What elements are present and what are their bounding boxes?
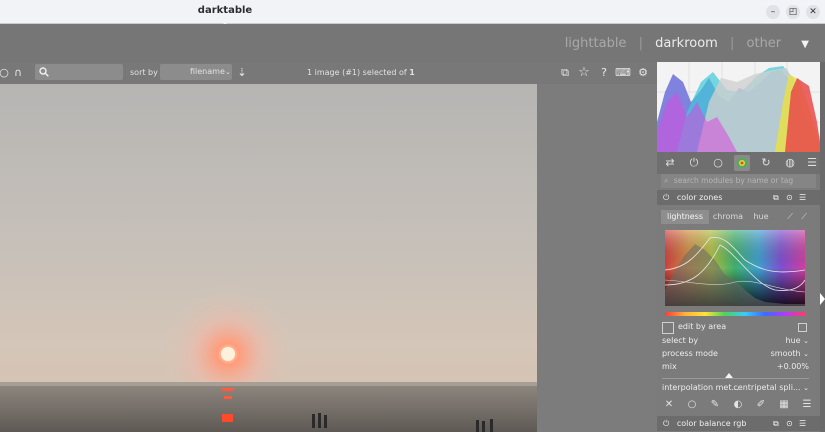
search-icon — [39, 67, 49, 77]
keyboard-icon[interactable]: ⌨ — [615, 65, 631, 81]
sunset-photo[interactable] — [0, 84, 537, 432]
search-icon: ⌕ — [664, 176, 669, 185]
histogram[interactable] — [657, 62, 820, 152]
tab-chroma[interactable]: chroma — [711, 210, 745, 224]
select-by-value: hue ⌄ — [786, 335, 809, 347]
selection-status: 1 image (#1) selected of 1 — [307, 65, 415, 81]
color-zones-header[interactable]: ⏻ color zones ⧉ ⊙ ☰ — [657, 190, 820, 205]
process-mode-row[interactable]: process mode smooth ⌄ — [662, 348, 809, 360]
brush-icon[interactable]: ✎ — [708, 398, 722, 412]
process-mode-value: smooth ⌄ — [771, 348, 809, 360]
edit-by-area-row: edit by area — [662, 321, 809, 334]
selection-count: 1 — [409, 68, 415, 77]
power-icon[interactable]: ⏻ — [686, 155, 702, 171]
power-icon[interactable]: ⏻ — [663, 193, 669, 202]
view-switcher: lighttable | darkroom | other ▼ — [561, 36, 813, 51]
chevron-down-icon: ⌄ — [803, 350, 809, 358]
picker-icon[interactable]: ⟋ — [784, 210, 796, 224]
close-icon[interactable]: ✕ — [806, 5, 820, 19]
color-balance-header[interactable]: ⏻ color balance rgb ⧉ ⊙ ☰ — [657, 416, 820, 431]
view-lighttable[interactable]: lighttable — [565, 36, 627, 51]
active-modules-icon[interactable]: ⇄ — [662, 155, 678, 171]
gradient-icon[interactable]: ◐ — [731, 398, 745, 412]
sort-value: filename — [190, 67, 225, 76]
reset-icon[interactable]: ⊙ — [786, 190, 793, 205]
tab-lightness[interactable]: lightness — [661, 210, 709, 224]
effect-modules-icon[interactable]: ◍ — [782, 155, 798, 171]
sort-by-label: sort by — [130, 68, 158, 77]
right-panel: ⇄ ⏻ ○ ↻ ◍ ☰ ⌕ search modules by name or … — [657, 62, 825, 432]
gear-icon[interactable]: ⚙ — [635, 65, 651, 81]
checker-icon[interactable]: ▦ — [777, 398, 791, 412]
edit-by-area-checkbox[interactable] — [662, 322, 674, 334]
image-area — [0, 84, 657, 432]
multi-instance-icon[interactable]: ⧉ — [773, 416, 779, 431]
mix-row[interactable]: mix +0.00% — [662, 361, 809, 373]
circle-icon[interactable]: ○ — [685, 398, 699, 412]
filter-toolbar: ○ ∩ sort by filename ⌄ ⇣ 1 image (#1) se… — [0, 62, 657, 84]
title-bar: darktable – ◰ ✕ — [0, 0, 825, 28]
color-wheel-icon — [737, 158, 747, 168]
module-title: color zones — [676, 193, 723, 202]
menu-icon[interactable]: ☰ — [804, 155, 820, 171]
next-module-title: color balance rgb — [676, 419, 747, 428]
header-bar: lighttable | darkroom | other ▼ — [0, 24, 825, 62]
presets-icon[interactable]: ☰ — [799, 416, 806, 431]
mix-slider-track[interactable] — [662, 378, 809, 379]
select-by-label: select by — [662, 336, 699, 345]
correct-modules-icon[interactable]: ↻ — [758, 155, 774, 171]
mask-display-icon[interactable] — [798, 323, 807, 332]
base-modules-icon[interactable]: ○ — [710, 155, 726, 171]
restore-icon[interactable]: ◰ — [786, 5, 800, 19]
pencil-icon[interactable]: ✐ — [754, 398, 768, 412]
module-search-placeholder: search modules by name or tag — [673, 176, 794, 185]
chevron-down-icon[interactable]: ▼ — [801, 39, 809, 50]
picker-area-icon[interactable]: ⟋ — [798, 210, 810, 224]
view-other[interactable]: other — [747, 36, 782, 51]
mix-label: mix — [662, 362, 677, 371]
select-by-value-text: hue — [785, 336, 801, 345]
search-input[interactable] — [35, 64, 123, 80]
view-separator: | — [638, 36, 643, 51]
chevron-down-icon: ⌄ — [803, 384, 809, 392]
sort-select[interactable]: filename ⌄ — [160, 64, 232, 80]
star-icon[interactable]: ☆ — [576, 65, 592, 81]
color-modules-icon[interactable] — [734, 155, 750, 171]
view-darkroom[interactable]: darkroom — [655, 36, 718, 51]
mix-value: +0.00% — [776, 362, 809, 371]
mask-toolbar: ✕ ○ ✎ ◐ ✐ ▦ ☰ — [657, 398, 820, 412]
multi-instance-icon[interactable]: ⧉ — [773, 190, 779, 205]
edit-by-area-label: edit by area — [678, 322, 727, 331]
expand-panel-arrow-icon[interactable] — [820, 293, 825, 305]
presets-icon[interactable]: ☰ — [799, 190, 806, 205]
minimize-icon[interactable]: – — [766, 5, 780, 19]
interpolation-label: interpolation met... — [662, 383, 740, 392]
module-search-input[interactable]: ⌕ search modules by name or tag — [661, 174, 816, 188]
selection-text: 1 image (#1) selected of — [307, 68, 407, 77]
help-icon[interactable]: ? — [596, 65, 612, 81]
interpolation-value-text: centripetal spli... — [733, 383, 801, 392]
interpolation-value: centripetal spli... ⌄ — [733, 382, 809, 394]
menu-icon[interactable]: ☰ — [800, 398, 814, 412]
panel-scrollbar[interactable] — [820, 62, 825, 432]
overlay-icon[interactable]: ⧉ — [557, 65, 573, 81]
close-icon[interactable]: ✕ — [662, 398, 676, 412]
interpolation-row[interactable]: interpolation met... centripetal spli...… — [662, 382, 809, 394]
power-icon[interactable]: ⏻ — [663, 419, 669, 428]
process-mode-value-text: smooth — [770, 349, 801, 358]
select-by-row[interactable]: select by hue ⌄ — [662, 335, 809, 347]
view-separator: | — [729, 36, 735, 51]
window-title: darktable — [197, 5, 253, 16]
hue-strip — [665, 312, 805, 316]
reset-icon[interactable]: ⊙ — [786, 416, 793, 431]
tab-hue[interactable]: hue — [749, 210, 773, 224]
chevron-down-icon: ⌄ — [225, 68, 231, 76]
color-zones-tabs: lightness chroma hue ⟋ ⟋ — [661, 210, 816, 224]
sort-icon[interactable]: ⇣ — [234, 65, 250, 81]
module-groups: ⇄ ⏻ ○ ↻ ◍ ☰ — [657, 152, 820, 174]
process-mode-label: process mode — [662, 349, 718, 358]
arc-icon[interactable]: ∩ — [10, 65, 26, 81]
chevron-down-icon: ⌄ — [803, 337, 809, 345]
color-zones-graph[interactable] — [665, 230, 805, 306]
